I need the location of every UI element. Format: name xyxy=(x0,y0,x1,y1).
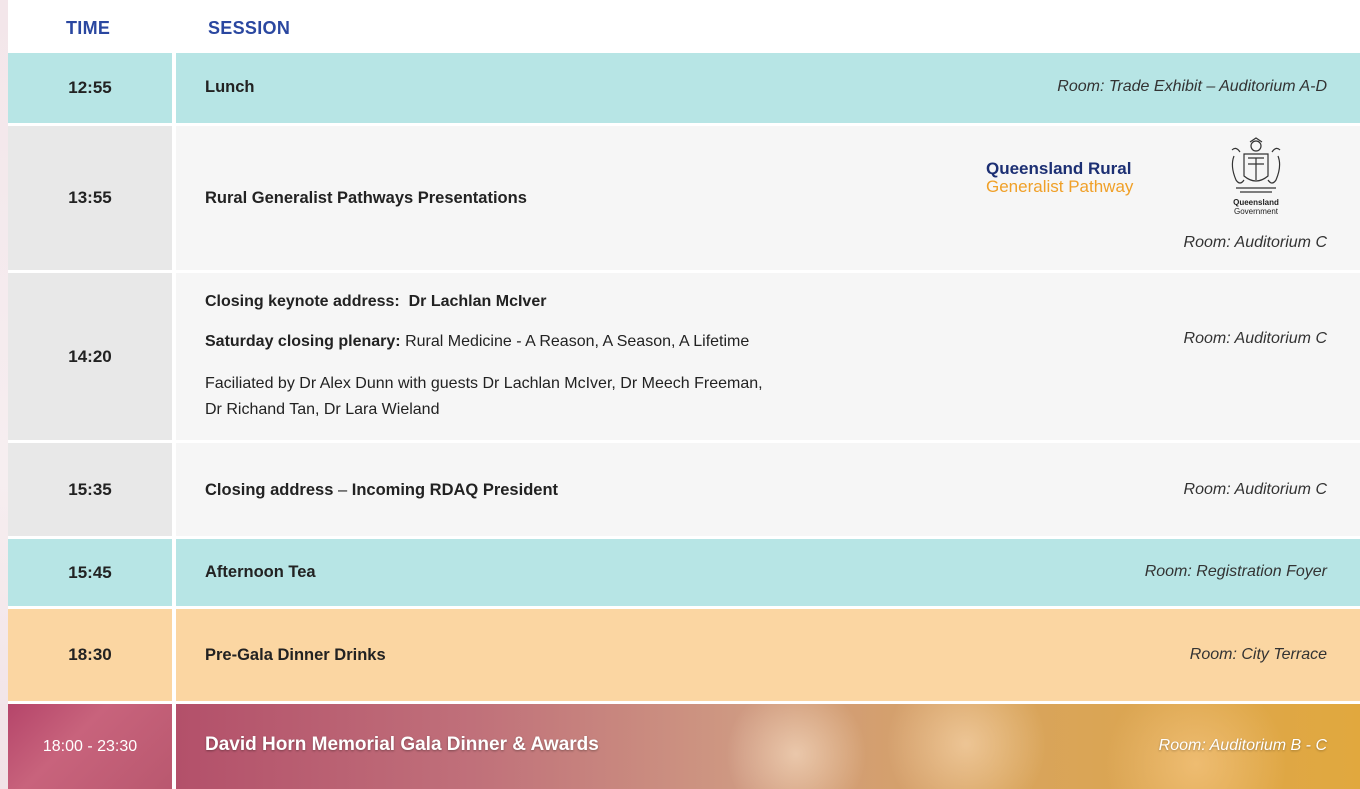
session-cell: Pre-Gala Dinner Drinks Room: City Terrac… xyxy=(176,609,1360,701)
session-room: Room: Trade Exhibit – Auditorium A-D xyxy=(1057,78,1327,95)
session-room: Room: Auditorium C xyxy=(1183,330,1327,347)
table-header: TIME SESSION xyxy=(0,0,1360,52)
session-title: David Horn Memorial Gala Dinner & Awards xyxy=(205,734,599,755)
session-room: Room: Auditorium C xyxy=(1183,481,1327,498)
crest-icon xyxy=(1231,137,1281,193)
session-title: Rural Generalist Pathways Presentations xyxy=(205,189,527,207)
session-time: 15:45 xyxy=(8,539,172,606)
session-room: Room: City Terrace xyxy=(1189,646,1327,663)
guests-line: Dr Richand Tan, Dr Lara Wieland xyxy=(205,401,440,418)
keynote-line: Closing keynote address: Dr Lachlan McIv… xyxy=(205,293,547,310)
qrgp-logo: Queensland Rural Generalist Pathway xyxy=(986,159,1134,196)
schedule-row-closing-keynote: 14:20 Closing keynote address: Dr Lachla… xyxy=(8,273,1360,440)
schedule-row-rural-generalist: 13:55 Rural Generalist Pathways Presenta… xyxy=(8,126,1360,270)
session-cell: Closing address – Incoming RDAQ Presiden… xyxy=(176,443,1360,536)
session-room: Room: Auditorium C xyxy=(1183,234,1327,251)
session-time: 18:00 - 23:30 xyxy=(8,704,172,789)
session-title: Pre-Gala Dinner Drinks xyxy=(205,646,386,664)
session-title: Lunch xyxy=(205,78,255,96)
session-time: 12:55 xyxy=(8,53,172,123)
session-cell: Rural Generalist Pathways Presentations … xyxy=(176,126,1360,270)
session-title: Afternoon Tea xyxy=(205,563,316,581)
session-room: Room: Auditorium B - C xyxy=(1158,737,1327,754)
schedule-row-closing-address: 15:35 Closing address – Incoming RDAQ Pr… xyxy=(8,443,1360,536)
facilitator-line: Faciliated by Dr Alex Dunn with guests D… xyxy=(205,375,763,392)
queensland-government-crest: Queensland Government xyxy=(1216,136,1296,220)
session-cell: Lunch Room: Trade Exhibit – Auditorium A… xyxy=(176,53,1360,123)
session-time: 14:20 xyxy=(8,273,172,440)
schedule-row-afternoon-tea: 15:45 Afternoon Tea Room: Registration F… xyxy=(8,539,1360,606)
schedule-row-pre-gala: 18:30 Pre-Gala Dinner Drinks Room: City … xyxy=(8,609,1360,701)
plenary-line: Saturday closing plenary: Rural Medicine… xyxy=(205,333,750,350)
session-time: 18:30 xyxy=(8,609,172,701)
session-room: Room: Registration Foyer xyxy=(1144,563,1327,580)
session-time: 13:55 xyxy=(8,126,172,270)
page-edge-decoration xyxy=(0,0,8,789)
session-time: 15:35 xyxy=(8,443,172,536)
schedule-row-gala-dinner: 18:00 - 23:30 David Horn Memorial Gala D… xyxy=(8,704,1360,789)
session-column-header: SESSION xyxy=(208,18,291,38)
session-cell: Closing keynote address: Dr Lachlan McIv… xyxy=(176,273,1360,440)
session-cell: David Horn Memorial Gala Dinner & Awards… xyxy=(176,704,1360,789)
session-title: Closing address – Incoming RDAQ Presiden… xyxy=(205,481,559,499)
session-cell: Afternoon Tea Room: Registration Foyer xyxy=(176,539,1360,606)
time-column-header: TIME xyxy=(66,18,111,38)
schedule-row-lunch: 12:55 Lunch Room: Trade Exhibit – Audito… xyxy=(8,53,1360,123)
